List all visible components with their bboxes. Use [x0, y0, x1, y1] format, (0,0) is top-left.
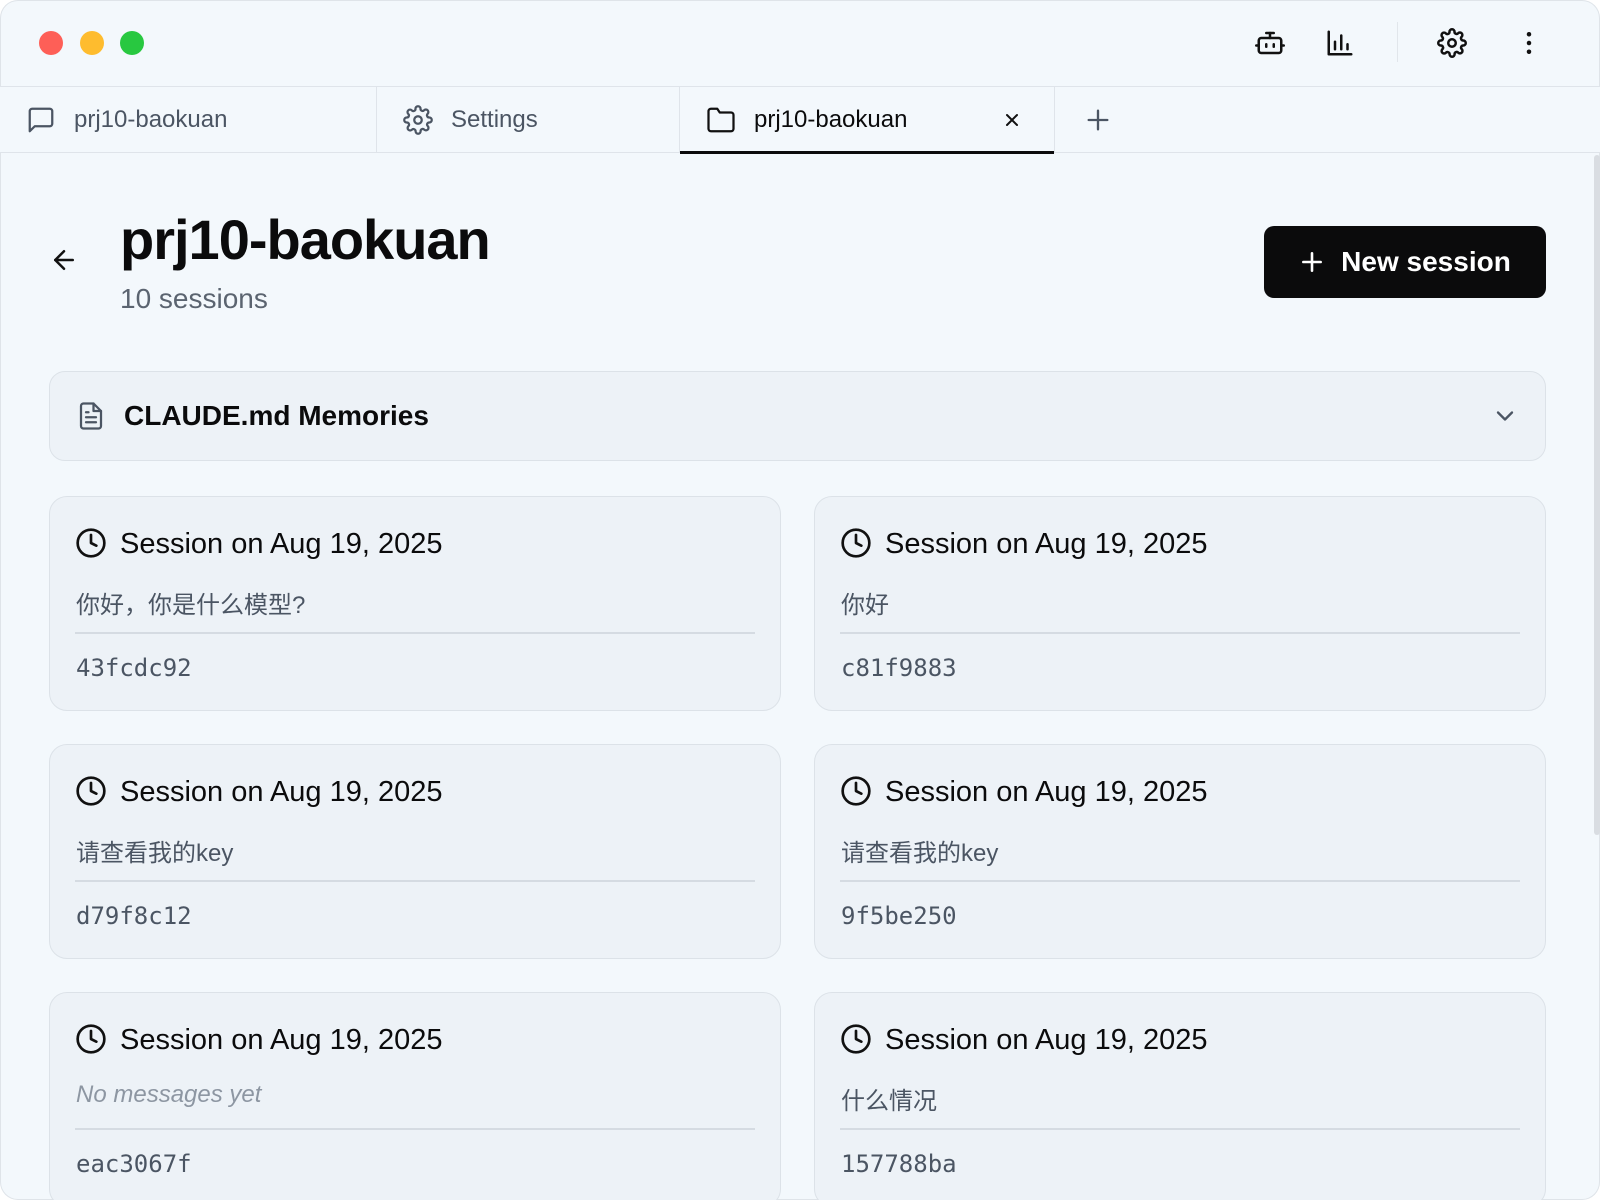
card-divider: [840, 632, 1520, 634]
session-title: Session on Aug 19, 2025: [120, 528, 443, 560]
card-divider: [75, 880, 755, 882]
close-window-button[interactable]: [39, 31, 63, 55]
chevron-down-icon[interactable]: [1491, 402, 1519, 430]
memories-accordion[interactable]: CLAUDE.md Memories: [49, 371, 1546, 461]
session-card[interactable]: Session on Aug 19, 2025 请查看我的key 9f5be250: [814, 744, 1546, 959]
session-title: Session on Aug 19, 2025: [120, 1024, 443, 1056]
session-id: 9f5be250: [841, 902, 957, 930]
session-id: 43fcdc92: [76, 654, 192, 682]
session-card[interactable]: Session on Aug 19, 2025 请查看我的key d79f8c12: [49, 744, 781, 959]
session-preview: 你好，你是什么模型?: [76, 592, 306, 619]
card-divider: [840, 880, 1520, 882]
clock-icon: [75, 1023, 107, 1055]
session-preview: 什么情况: [841, 1088, 937, 1115]
session-card[interactable]: Session on Aug 19, 2025 No messages yet ea…: [49, 992, 781, 1200]
gear-icon[interactable]: [1434, 25, 1470, 61]
app-window: prj10-baokuan Settings prj10-baokuan prj…: [0, 0, 1600, 1200]
session-preview: No messages yet: [76, 1081, 262, 1108]
memories-label: CLAUDE.md Memories: [124, 400, 429, 431]
titlebar-divider: [1397, 22, 1398, 62]
folder-icon: [706, 105, 736, 135]
file-text-icon: [79, 402, 103, 430]
tab-bar: prj10-baokuan Settings prj10-baokuan: [0, 86, 1600, 154]
session-id: 157788ba: [841, 1150, 957, 1178]
clock-icon: [840, 775, 872, 807]
session-title: Session on Aug 19, 2025: [885, 776, 1208, 808]
session-id: d79f8c12: [76, 902, 192, 930]
scrollbar[interactable]: [1594, 155, 1600, 835]
minimize-window-button[interactable]: [80, 31, 104, 55]
session-preview: 请查看我的key: [841, 840, 999, 867]
session-title: Session on Aug 19, 2025: [885, 528, 1208, 560]
session-card[interactable]: Session on Aug 19, 2025 你好，你是什么模型? 43fcdc9…: [49, 496, 781, 711]
card-divider: [75, 1128, 755, 1130]
session-card[interactable]: Session on Aug 19, 2025 你好 c81f9883: [814, 496, 1546, 711]
clock-icon: [75, 775, 107, 807]
session-preview: 你好: [841, 592, 889, 619]
session-title: Session on Aug 19, 2025: [885, 1024, 1208, 1056]
session-id: eac3067f: [76, 1150, 192, 1178]
add-tab-icon[interactable]: [1082, 104, 1114, 136]
page-title: prj10-baokuan: [120, 208, 491, 271]
clock-icon: [840, 1023, 872, 1055]
message-square-icon: [26, 105, 56, 135]
gear-icon: [403, 105, 433, 135]
new-session-button[interactable]: New session: [1264, 226, 1546, 298]
clock-icon: [75, 527, 107, 559]
bar-chart-icon[interactable]: [1322, 25, 1358, 61]
session-card[interactable]: Session on Aug 19, 2025 什么情况 157788ba: [814, 992, 1546, 1200]
plus-icon: [1302, 252, 1323, 272]
maximize-window-button[interactable]: [120, 31, 144, 55]
tab-label: prj10-baokuan: [74, 106, 228, 133]
back-arrow-icon[interactable]: [48, 244, 80, 276]
tab-label: Settings: [451, 106, 538, 133]
tab-project-chat[interactable]: prj10-baokuan: [0, 87, 377, 153]
close-icon[interactable]: [1000, 108, 1024, 132]
title-bar: [0, 0, 1600, 86]
card-divider: [840, 1128, 1520, 1130]
card-divider: [75, 632, 755, 634]
session-preview: 请查看我的key: [76, 840, 234, 867]
new-session-label: New session: [1341, 246, 1511, 277]
robot-icon[interactable]: [1252, 25, 1288, 61]
session-id: c81f9883: [841, 654, 957, 682]
tab-label: prj10-baokuan: [754, 106, 908, 133]
clock-icon: [840, 527, 872, 559]
session-title: Session on Aug 19, 2025: [120, 776, 443, 808]
tab-settings[interactable]: Settings: [377, 87, 680, 153]
more-vertical-icon[interactable]: [1511, 25, 1547, 61]
session-count: 10 sessions: [120, 283, 268, 314]
tab-project-active[interactable]: prj10-baokuan: [680, 87, 1055, 154]
